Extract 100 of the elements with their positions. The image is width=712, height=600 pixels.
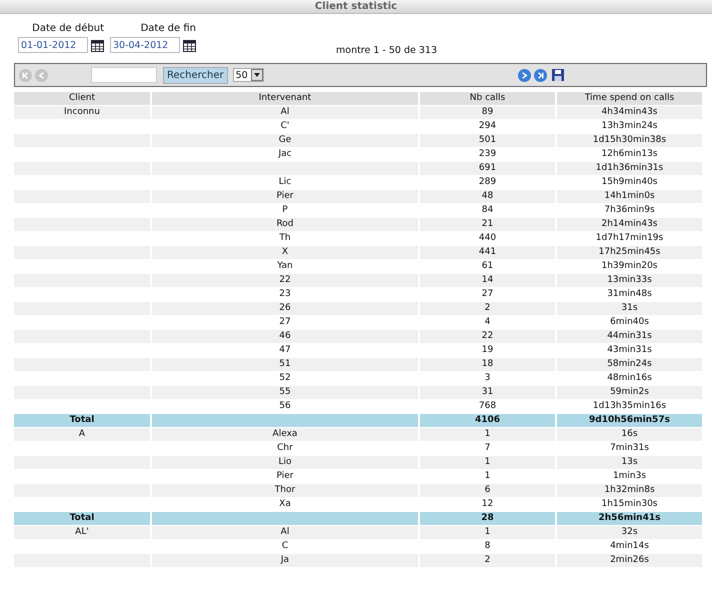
column-header: Nb calls bbox=[420, 92, 555, 106]
calls-count: 4106 bbox=[474, 415, 500, 425]
calls-count: 12 bbox=[482, 499, 494, 509]
column-header: Client bbox=[14, 92, 150, 106]
calls-count: 27 bbox=[482, 289, 494, 299]
time-spent: 4h34min43s bbox=[602, 107, 658, 117]
intervenant-name: 47 bbox=[279, 345, 291, 355]
calls-count: 2 bbox=[484, 303, 490, 313]
window-title: Client statistic bbox=[314, 0, 398, 12]
column-header: Intervenant bbox=[152, 92, 418, 106]
calls-count: 48 bbox=[482, 191, 494, 201]
calls-count: 289 bbox=[478, 177, 496, 187]
intervenant-name: 52 bbox=[279, 373, 291, 383]
time-spent: 7min31s bbox=[610, 443, 649, 453]
calls-count: 22 bbox=[482, 331, 494, 341]
total-label: Total bbox=[70, 513, 94, 523]
page-size-select[interactable]: 50 bbox=[232, 68, 264, 82]
intervenant-name: 51 bbox=[279, 359, 291, 369]
calls-count: 14 bbox=[482, 275, 494, 285]
calls-count: 89 bbox=[482, 107, 494, 117]
intervenant-name: Yan bbox=[277, 261, 293, 271]
intervenant-name: Lic bbox=[278, 177, 292, 187]
intervenant-name: Th bbox=[279, 233, 291, 243]
time-spent: 15h9min40s bbox=[602, 177, 658, 187]
time-spent: 12h6min13s bbox=[602, 149, 658, 159]
search-button[interactable]: Rechercher bbox=[163, 66, 228, 84]
intervenant-name: Ja bbox=[280, 555, 290, 565]
time-spent: 48min16s bbox=[607, 373, 652, 383]
calendar-icon[interactable] bbox=[91, 38, 104, 52]
time-spent: 1d15h30min38s bbox=[592, 135, 666, 145]
calls-count: 441 bbox=[478, 247, 496, 257]
time-spent: 7h36min9s bbox=[604, 205, 655, 215]
calendar-icon[interactable] bbox=[183, 38, 196, 52]
intervenant-name: Thor bbox=[274, 485, 296, 495]
intervenant-name: Ge bbox=[278, 135, 292, 145]
calls-count: 8 bbox=[484, 541, 490, 551]
search-field[interactable] bbox=[91, 67, 157, 83]
time-spent: 1d1h36min31s bbox=[596, 163, 664, 173]
calls-count: 239 bbox=[478, 149, 496, 159]
time-spent: 14h1min0s bbox=[604, 191, 655, 201]
intervenant-name: Al bbox=[280, 107, 290, 117]
time-spent: 9d10h56min57s bbox=[589, 415, 670, 425]
time-spent: 1h32min8s bbox=[604, 485, 655, 495]
intervenant-name: X bbox=[282, 247, 288, 257]
time-spent: 13min33s bbox=[607, 275, 652, 285]
intervenant-name: Jac bbox=[278, 149, 292, 159]
intervenant-name: Al bbox=[280, 527, 290, 537]
date-label: Date de fin bbox=[140, 23, 196, 34]
time-spent: 1d7h17min19s bbox=[596, 233, 664, 243]
intervenant-name: Lio bbox=[278, 457, 292, 467]
calls-count: 18 bbox=[482, 359, 494, 369]
calls-count: 294 bbox=[478, 121, 496, 131]
intervenant-name: Chr bbox=[277, 443, 293, 453]
intervenant-name: 55 bbox=[279, 387, 291, 397]
time-spent: 13s bbox=[621, 457, 638, 467]
calls-count: 3 bbox=[484, 373, 490, 383]
time-spent: 43min31s bbox=[607, 345, 652, 355]
intervenant-name: 23 bbox=[279, 289, 291, 299]
save-icon[interactable] bbox=[552, 69, 564, 81]
date-field[interactable]: 01-01-2012 bbox=[18, 37, 88, 53]
calls-count: 2 bbox=[484, 555, 490, 565]
calls-count: 501 bbox=[478, 135, 496, 145]
calls-count: 21 bbox=[482, 219, 494, 229]
calls-count: 440 bbox=[478, 233, 496, 243]
calls-count: 31 bbox=[482, 387, 494, 397]
time-spent: 32s bbox=[621, 527, 638, 537]
intervenant-name: Xa bbox=[279, 499, 291, 509]
time-spent: 31min48s bbox=[607, 289, 652, 299]
time-spent: 2h56min41s bbox=[598, 513, 660, 523]
calls-count: 84 bbox=[482, 205, 494, 215]
time-spent: 31s bbox=[621, 303, 638, 313]
calls-count: 6 bbox=[484, 485, 490, 495]
column-header: Time spend on calls bbox=[557, 92, 702, 106]
intervenant-name: 27 bbox=[279, 317, 291, 327]
time-spent: 17h25min45s bbox=[598, 247, 660, 257]
intervenant-name: 22 bbox=[279, 275, 291, 285]
time-spent: 4min14s bbox=[610, 541, 649, 551]
calls-count: 1 bbox=[484, 527, 490, 537]
intervenant-name: C' bbox=[280, 121, 290, 131]
client-name: Inconnu bbox=[64, 107, 100, 117]
date-field[interactable]: 30-04-2012 bbox=[110, 37, 180, 53]
intervenant-name: Pier bbox=[276, 191, 294, 201]
calls-count: 28 bbox=[481, 513, 494, 523]
calls-count: 1 bbox=[484, 457, 490, 467]
time-spent: 59min2s bbox=[610, 387, 649, 397]
calls-count: 4 bbox=[484, 317, 490, 327]
time-spent: 44min31s bbox=[607, 331, 652, 341]
time-spent: 1min3s bbox=[612, 471, 646, 481]
intervenant-name: 56 bbox=[279, 401, 291, 411]
calls-count: 19 bbox=[482, 345, 494, 355]
client-name: A bbox=[78, 429, 86, 439]
pager-info: montre 1 - 50 de 313 bbox=[336, 45, 438, 56]
calls-count: 691 bbox=[478, 163, 496, 173]
intervenant-name: 26 bbox=[279, 303, 291, 313]
time-spent: 1d13h35min16s bbox=[592, 401, 666, 411]
time-spent: 2min26s bbox=[610, 555, 649, 565]
calls-count: 1 bbox=[484, 471, 490, 481]
calls-count: 7 bbox=[484, 443, 490, 453]
total-label: Total bbox=[70, 415, 94, 425]
calls-count: 1 bbox=[484, 429, 490, 439]
